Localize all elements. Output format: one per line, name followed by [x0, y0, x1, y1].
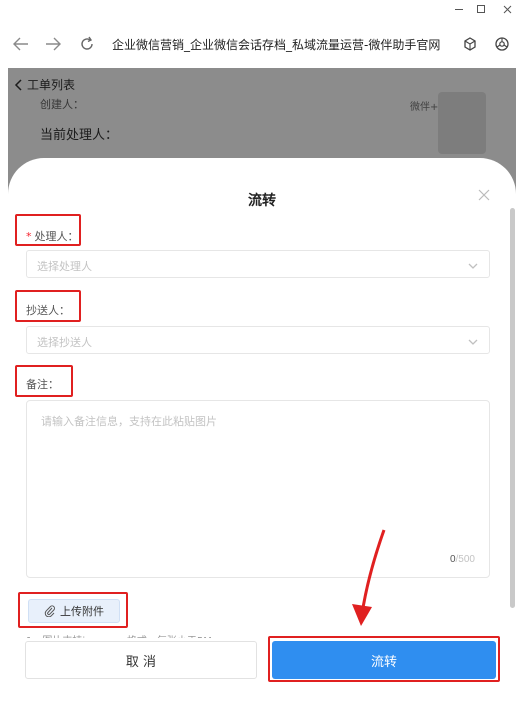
chevron-down-icon	[467, 259, 479, 271]
maximize-icon[interactable]	[470, 0, 492, 18]
chevron-down-icon	[467, 335, 479, 347]
reload-icon[interactable]	[78, 35, 96, 53]
char-count-max: /500	[455, 554, 475, 565]
close-icon[interactable]	[496, 0, 518, 18]
annotation-box-handler	[15, 214, 81, 246]
back-arrow-icon[interactable]	[12, 35, 30, 53]
minimize-icon[interactable]	[448, 0, 470, 18]
remark-textarea[interactable]: 请输入备注信息，支持在此粘贴图片 0/500	[26, 400, 490, 578]
settings-icon[interactable]	[494, 36, 510, 52]
handler-placeholder: 选择处理人	[37, 260, 92, 273]
annotation-box-cc	[15, 290, 81, 322]
annotation-box-upload	[18, 592, 128, 628]
char-counter: 0/500	[450, 554, 475, 565]
annotation-box-submit	[268, 636, 500, 682]
handler-select[interactable]: 选择处理人	[26, 250, 490, 278]
cc-placeholder: 选择抄送人	[37, 336, 92, 349]
scrollbar[interactable]	[510, 208, 515, 608]
remark-placeholder: 请输入备注信息，支持在此粘贴图片	[41, 415, 217, 428]
browser-navbar: 企业微信营销_企业微信会话存档_私域流量运营-微伴助手官网	[0, 18, 524, 68]
cc-select[interactable]: 选择抄送人	[26, 326, 490, 354]
page-title: 企业微信营销_企业微信会话存档_私域流量运营-微伴助手官网	[112, 38, 441, 52]
close-icon[interactable]	[478, 188, 492, 202]
extension-icon[interactable]	[462, 36, 478, 52]
cancel-button[interactable]: 取 消	[25, 641, 257, 679]
forward-arrow-icon[interactable]	[44, 35, 62, 53]
window-titlebar	[0, 0, 524, 18]
modal-title: 流转	[248, 193, 276, 209]
annotation-box-remark	[15, 365, 73, 397]
